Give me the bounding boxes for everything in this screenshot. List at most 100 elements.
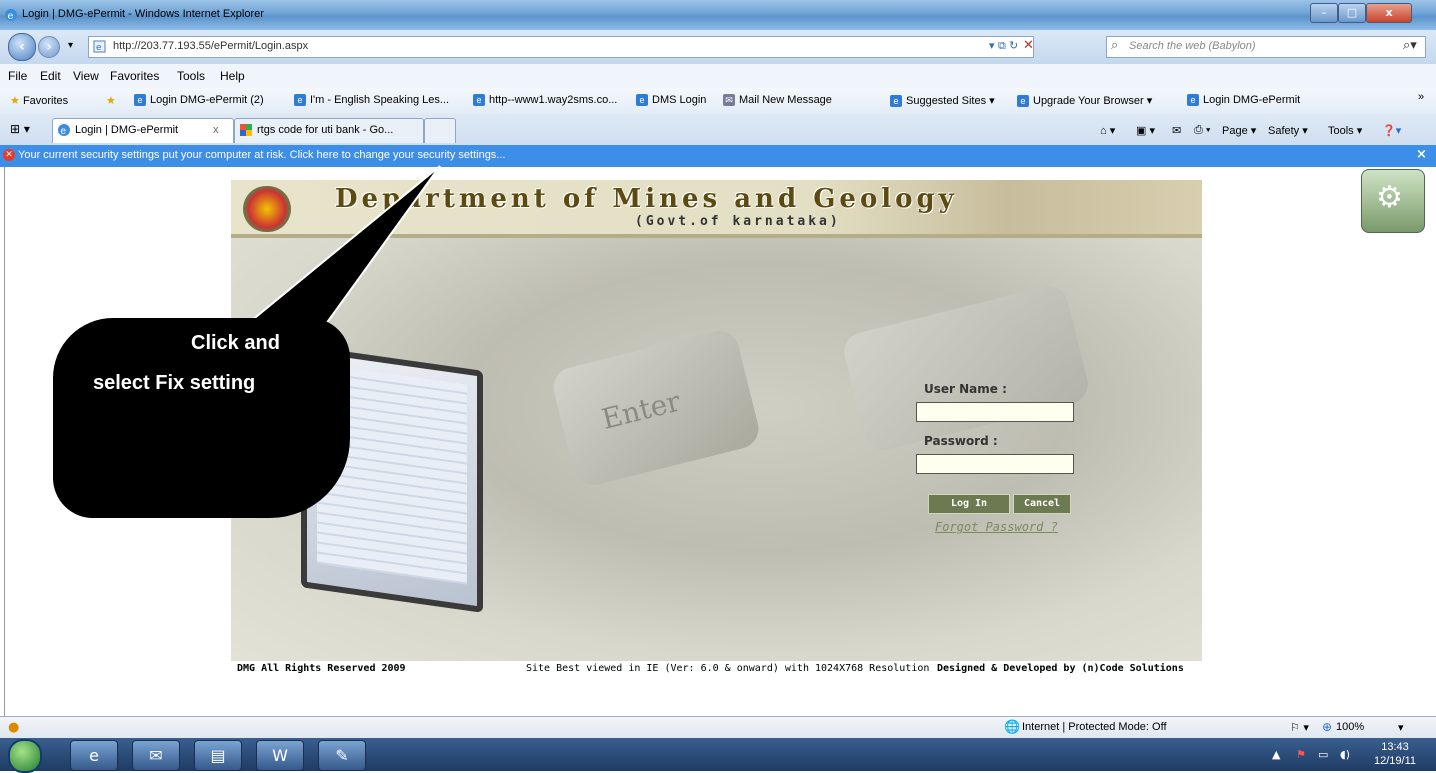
fav-item-2[interactable]: e I'm - English Speaking Les... bbox=[294, 94, 450, 107]
fav-item-5[interactable]: ✉ Mail New Message bbox=[723, 94, 832, 107]
refresh-icon[interactable]: ↻ bbox=[1009, 39, 1018, 52]
security-warning-message[interactable]: Your current security settings put your … bbox=[18, 149, 505, 161]
key-illustration bbox=[839, 281, 1093, 455]
tab-row: ⊞ ▾ e Login | DMG-ePermit x rtgs code fo… bbox=[0, 114, 1436, 145]
hero-background: Enter User Name : Password : Log In Canc… bbox=[231, 238, 1202, 661]
menu-help[interactable]: Help bbox=[220, 69, 245, 83]
fav-item-1[interactable]: e Login DMG-ePermit (2) bbox=[134, 94, 264, 107]
quick-tabs-icon[interactable]: ⊞ ▾ bbox=[10, 122, 30, 136]
menu-file[interactable]: File bbox=[8, 69, 27, 83]
taskbar: e ✉ ▤ W ✎ ▲ ⚑ ▭ ◖) 13:43 12/19/11 bbox=[0, 738, 1436, 773]
fav-item-label: Mail New Message bbox=[739, 94, 832, 106]
infobar-close-icon[interactable]: × bbox=[1416, 147, 1427, 162]
fav-item-3[interactable]: e http--www1.way2sms.co... bbox=[473, 94, 617, 107]
address-row: ‹ › ▾ e http://203.77.193.55/ePermit/Log… bbox=[0, 30, 1436, 64]
protected-mode-icon[interactable]: ⚐ ▾ bbox=[1290, 721, 1309, 734]
zoom-level[interactable]: 100% bbox=[1336, 721, 1364, 733]
password-label: Password : bbox=[924, 434, 998, 448]
tab-close-icon[interactable]: x bbox=[213, 124, 219, 136]
password-input[interactable] bbox=[916, 454, 1074, 474]
forward-button[interactable]: › bbox=[38, 36, 60, 58]
ie-page-icon: e bbox=[890, 95, 902, 108]
word-taskbar-icon[interactable]: W bbox=[256, 740, 304, 771]
history-dropdown-icon[interactable]: ▾ bbox=[68, 40, 73, 51]
forgot-password-link[interactable]: Forgot Password ? bbox=[935, 520, 1058, 534]
globe-icon: 🌐 bbox=[1004, 720, 1021, 735]
page-icon: e bbox=[93, 40, 106, 53]
start-button[interactable] bbox=[8, 739, 42, 773]
login-button[interactable]: Log In bbox=[928, 494, 1010, 514]
tools-menu[interactable]: Tools ▾ bbox=[1328, 124, 1362, 137]
footer-best-viewed: Site Best viewed in IE (Ver: 6.0 & onwar… bbox=[526, 663, 930, 674]
svg-text:e: e bbox=[8, 11, 14, 22]
tab-login-dmg[interactable]: e Login | DMG-ePermit x bbox=[52, 118, 234, 143]
mail-icon: ✉ bbox=[723, 94, 735, 107]
explorer-taskbar-icon[interactable]: ▤ bbox=[194, 740, 242, 771]
action-center-icon[interactable]: ⚑ bbox=[1296, 748, 1306, 761]
site-title: Department of Mines and Geology bbox=[335, 184, 958, 214]
feeds-icon[interactable]: ▣ ▾ bbox=[1136, 124, 1155, 137]
network-icon[interactable]: ▭ bbox=[1318, 748, 1328, 761]
search-icon: ⌕ bbox=[1111, 38, 1119, 53]
outlook-taskbar-icon[interactable]: ✉ bbox=[132, 740, 180, 771]
fav-item-6[interactable]: e Suggested Sites ▾ bbox=[890, 94, 995, 108]
home-icon[interactable]: ⌂ ▾ bbox=[1100, 124, 1115, 137]
fav-item-label: Suggested Sites ▾ bbox=[906, 95, 995, 107]
clock-date: 12/19/11 bbox=[1374, 755, 1417, 767]
search-placeholder: Search the web (Babylon) bbox=[1129, 40, 1256, 52]
address-bar[interactable]: e http://203.77.193.55/ePermit/Login.asp… bbox=[88, 36, 1034, 58]
menu-tools[interactable]: Tools bbox=[177, 69, 205, 83]
star-icon: ★ bbox=[10, 95, 20, 107]
addon-gear-icon[interactable]: ⚙ bbox=[1361, 169, 1425, 233]
system-clock[interactable]: 13:43 12/19/11 bbox=[1374, 740, 1416, 768]
menu-view[interactable]: View bbox=[73, 69, 99, 83]
maximize-button[interactable]: □ bbox=[1338, 3, 1366, 23]
fav-item-7[interactable]: e Upgrade Your Browser ▾ bbox=[1017, 94, 1153, 108]
safety-menu[interactable]: Safety ▾ bbox=[1268, 124, 1308, 137]
fav-item-label: I'm - English Speaking Les... bbox=[310, 94, 450, 106]
tab-label: Login | DMG-ePermit bbox=[75, 124, 179, 136]
error-icon: ✕ bbox=[3, 149, 15, 161]
chevron-more-icon[interactable]: » bbox=[1418, 91, 1424, 103]
ie-page-icon: e bbox=[294, 94, 306, 107]
ie-taskbar-icon[interactable]: e bbox=[70, 740, 118, 771]
security-infobar[interactable]: ✕ Your current security settings put you… bbox=[0, 145, 1436, 167]
help-icon[interactable]: ❓▾ bbox=[1382, 124, 1401, 137]
ie-page-icon: e bbox=[134, 94, 146, 107]
minimize-button[interactable]: – bbox=[1310, 3, 1338, 23]
username-input[interactable] bbox=[916, 402, 1074, 422]
add-favorite-icon[interactable]: ★ bbox=[106, 94, 116, 107]
tray-expand-icon[interactable]: ▲ bbox=[1272, 748, 1280, 761]
print-icon[interactable]: ⎙ ▾ bbox=[1194, 124, 1210, 137]
page-menu[interactable]: Page ▾ bbox=[1222, 124, 1256, 137]
zoom-dropdown-icon[interactable]: ▾ bbox=[1398, 721, 1404, 734]
back-button[interactable]: ‹ bbox=[8, 33, 36, 61]
ie-page-icon: e bbox=[1187, 94, 1199, 107]
compat-view-icon[interactable]: ▾ ⧉ bbox=[989, 39, 1006, 53]
mail-read-icon[interactable]: ✉ bbox=[1172, 124, 1181, 137]
search-box[interactable]: ⌕ Search the web (Babylon) ⌕▾ bbox=[1106, 36, 1426, 58]
callout-line-1: Click and bbox=[191, 332, 280, 354]
site-footer: DMG All Rights Reserved 2009 Site Best v… bbox=[231, 661, 1202, 677]
fav-item-4[interactable]: e DMS Login bbox=[636, 94, 706, 107]
stop-icon[interactable]: ✕ bbox=[1023, 38, 1034, 53]
fav-item-8[interactable]: e Login DMG-ePermit bbox=[1187, 94, 1300, 107]
volume-icon[interactable]: ◖) bbox=[1340, 748, 1350, 761]
menu-favorites[interactable]: Favorites bbox=[110, 69, 159, 83]
gear-icon: ⚙ bbox=[1376, 180, 1403, 215]
tab-rtgs[interactable]: rtgs code for uti bank - Go... bbox=[234, 118, 424, 143]
clock-time: 13:43 bbox=[1381, 741, 1409, 753]
paint-taskbar-icon[interactable]: ✎ bbox=[318, 740, 366, 771]
ie-page-icon: e bbox=[636, 94, 648, 107]
new-tab-button[interactable] bbox=[424, 118, 456, 143]
fav-item-label: Upgrade Your Browser ▾ bbox=[1033, 95, 1153, 107]
cancel-button[interactable]: Cancel bbox=[1013, 494, 1071, 514]
search-go-icon[interactable]: ⌕▾ bbox=[1403, 38, 1417, 53]
menu-edit[interactable]: Edit bbox=[40, 69, 61, 83]
security-zone[interactable]: Internet | Protected Mode: Off bbox=[1022, 721, 1167, 733]
zoom-icon: ⊕ bbox=[1322, 720, 1333, 734]
dmg-login-site: Department of Mines and Geology (Govt.of… bbox=[231, 180, 1202, 677]
window-title-bar: e Login | DMG-ePermit - Windows Internet… bbox=[0, 0, 1436, 30]
favorites-button[interactable]: ★ Favorites bbox=[10, 94, 68, 107]
close-window-button[interactable]: x bbox=[1366, 3, 1412, 23]
